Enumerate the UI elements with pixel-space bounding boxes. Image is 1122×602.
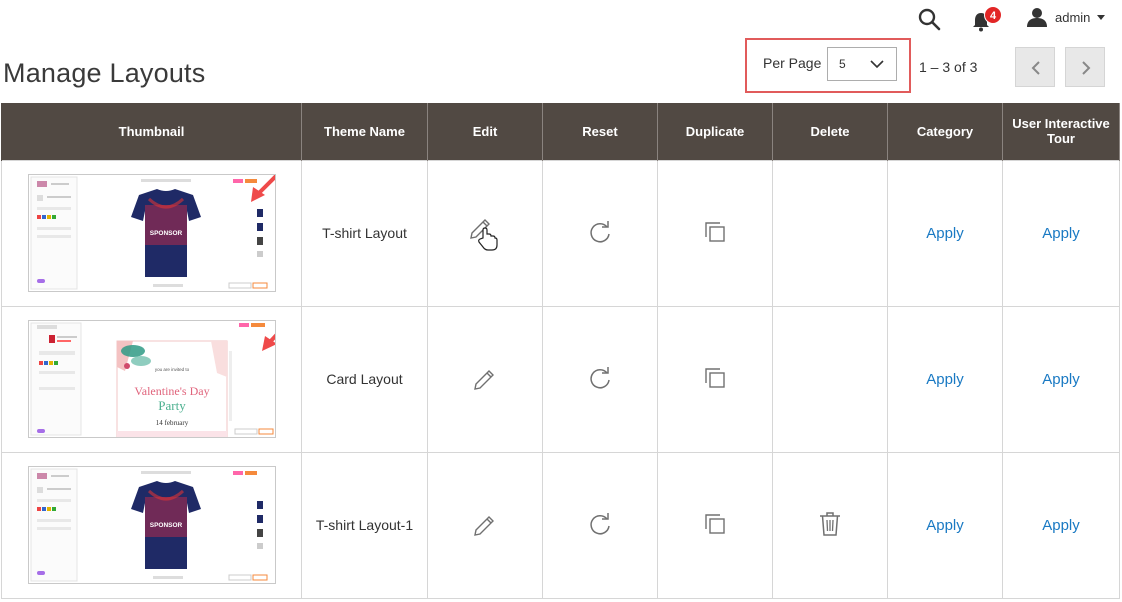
tshirt-layout-thumbnail[interactable]: SPONSOR (27, 174, 276, 292)
trash-icon (820, 511, 840, 536)
reset-cell (542, 159, 658, 307)
edit-button[interactable] (468, 212, 502, 255)
column-header-user-interactive-tour: User Interactive Tour (1002, 103, 1120, 160)
category-apply-link[interactable]: Apply (926, 517, 964, 534)
tour-apply-link[interactable]: Apply (1042, 225, 1080, 242)
column-header-delete: Delete (772, 103, 888, 160)
thumbnail-cell: you are invited to Valentine's Day Party… (1, 305, 302, 453)
chevron-left-icon (1031, 61, 1040, 75)
layouts-table: Thumbnail Theme Name Edit Reset Duplicat… (1, 103, 1120, 599)
edit-cell (427, 451, 543, 599)
tour-cell: Apply (1002, 159, 1120, 307)
tour-cell: Apply (1002, 305, 1120, 453)
pencil-icon (474, 515, 494, 536)
reset-button[interactable] (588, 220, 612, 247)
category-apply-link[interactable]: Apply (926, 371, 964, 388)
sponsor-print-text: SPONSOR (149, 522, 182, 529)
user-icon (1027, 8, 1047, 27)
card-date-text: 14 february (155, 419, 188, 427)
category-cell: Apply (887, 305, 1003, 453)
copy-icon (705, 367, 725, 388)
delete-button[interactable] (819, 511, 841, 540)
notifications-button[interactable]: 4 (970, 6, 1004, 34)
page-title: Manage Layouts (3, 58, 206, 88)
edit-button[interactable] (473, 512, 497, 539)
category-cell: Apply (887, 451, 1003, 599)
caret-down-icon (1097, 14, 1106, 20)
delete-cell (772, 451, 888, 599)
copy-icon (705, 221, 725, 242)
tshirt-editor-preview-image: SPONSOR (28, 467, 275, 583)
per-page-label: Per Page (763, 55, 822, 71)
tour-apply-link[interactable]: Apply (1042, 517, 1080, 534)
refresh-icon (590, 220, 610, 242)
pagination-range: 1 – 3 of 3 (919, 59, 978, 75)
edit-cell (427, 305, 543, 453)
admin-header: 4 admin (0, 0, 1122, 36)
sponsor-print-text: SPONSOR (149, 230, 182, 237)
per-page-select[interactable]: 5 (827, 47, 897, 81)
column-header-duplicate: Duplicate (657, 103, 773, 160)
user-menu[interactable]: admin (1027, 6, 1106, 28)
card-editor-preview-image: you are invited to Valentine's Day Party… (28, 321, 275, 437)
theme-name-cell: T-shirt Layout-1 (301, 451, 428, 599)
pencil-icon (474, 369, 494, 390)
search-icon[interactable] (917, 7, 941, 31)
reset-cell (542, 451, 658, 599)
column-header-reset: Reset (542, 103, 658, 160)
tshirt-layout-1-thumbnail[interactable]: SPONSOR (27, 466, 276, 584)
refresh-icon (590, 366, 610, 388)
category-apply-link[interactable]: Apply (926, 225, 964, 242)
reset-button[interactable] (588, 512, 612, 539)
delete-cell (772, 305, 888, 453)
tour-cell: Apply (1002, 451, 1120, 599)
table-header-row: Thumbnail Theme Name Edit Reset Duplicat… (1, 103, 1120, 160)
reset-button[interactable] (588, 366, 612, 393)
edit-button[interactable] (473, 366, 497, 393)
card-party-text: Party (158, 398, 186, 413)
card-title-text: Valentine's Day (134, 384, 209, 398)
duplicate-button[interactable] (704, 367, 726, 392)
chevron-right-icon (1082, 61, 1091, 75)
thumbnail-cell: SPONSOR (1, 451, 302, 599)
chevron-down-icon (870, 60, 884, 69)
column-header-category: Category (887, 103, 1003, 160)
tshirt-editor-preview-image: SPONSOR (28, 175, 275, 291)
edit-cell (427, 159, 543, 307)
theme-name-cell: T-shirt Layout (301, 159, 428, 307)
table-row: SPONSOR T-shirt Layout-1 Apply Apply (1, 451, 1120, 599)
copy-icon (705, 513, 725, 534)
delete-cell (772, 159, 888, 307)
per-page-value: 5 (839, 57, 846, 71)
tour-apply-link[interactable]: Apply (1042, 371, 1080, 388)
duplicate-cell (657, 305, 773, 453)
reset-cell (542, 305, 658, 453)
column-header-thumbnail: Thumbnail (1, 103, 302, 160)
card-layout-thumbnail[interactable]: you are invited to Valentine's Day Party… (27, 320, 276, 438)
category-cell: Apply (887, 159, 1003, 307)
card-invite-text: you are invited to (154, 367, 189, 372)
refresh-icon (590, 512, 610, 534)
duplicate-button[interactable] (704, 513, 726, 538)
thumbnail-cell: SPONSOR (1, 159, 302, 307)
user-name: admin (1055, 9, 1091, 25)
next-page-button[interactable] (1065, 47, 1105, 87)
notification-count-badge: 4 (984, 6, 1002, 24)
table-row: you are invited to Valentine's Day Party… (1, 305, 1120, 453)
theme-name-cell: Card Layout (301, 305, 428, 453)
column-header-edit: Edit (427, 103, 543, 160)
column-header-theme-name: Theme Name (301, 103, 428, 160)
previous-page-button[interactable] (1015, 47, 1055, 87)
pencil-icon (470, 218, 498, 251)
duplicate-cell (657, 159, 773, 307)
duplicate-cell (657, 451, 773, 599)
table-row: SPONSOR T-shirt Layout Apply Apply (1, 159, 1120, 307)
duplicate-button[interactable] (704, 221, 726, 246)
